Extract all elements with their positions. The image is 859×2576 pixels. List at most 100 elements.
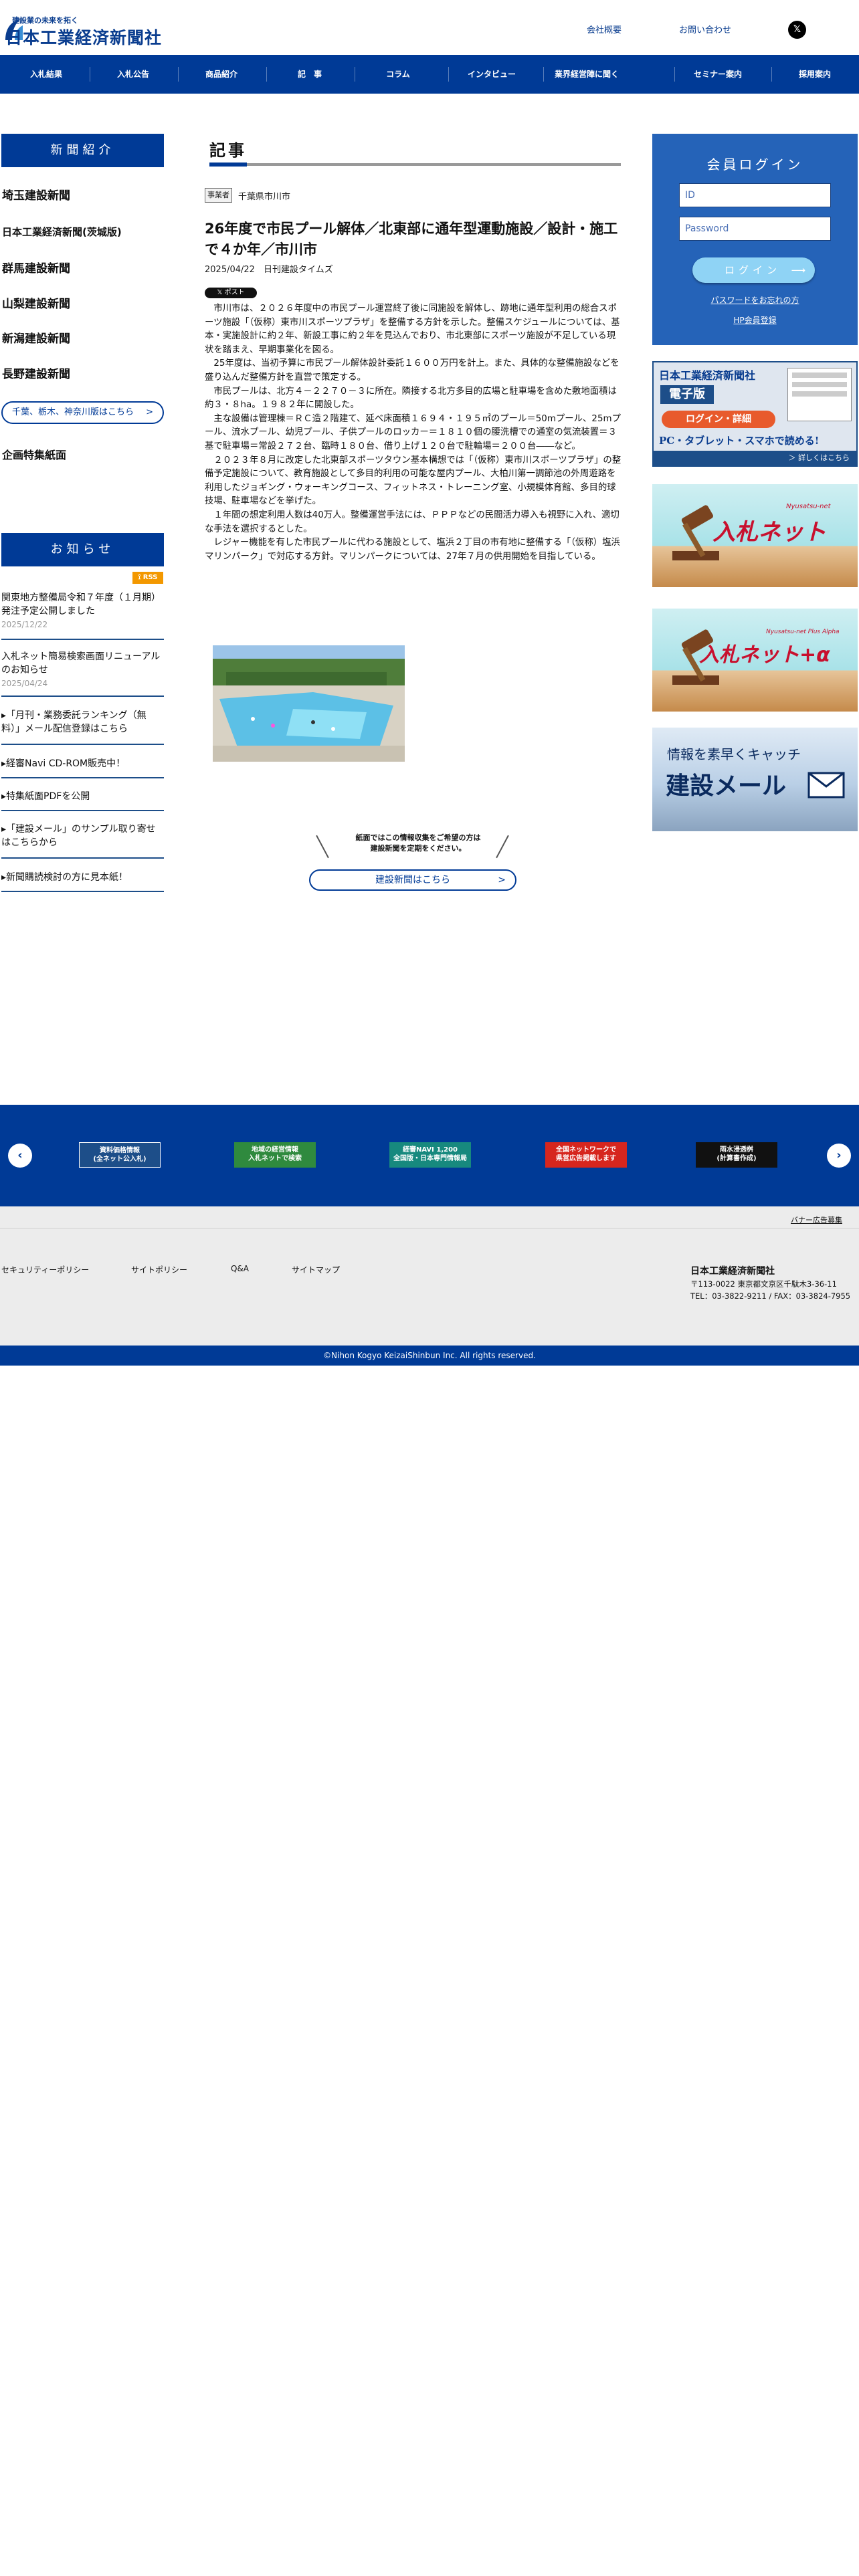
- banner-ad-recruit-link[interactable]: バナー広告募集: [791, 1214, 842, 1225]
- nav-articles[interactable]: 記 事: [266, 55, 353, 94]
- rss-badge[interactable]: ⟟ RSS: [132, 572, 163, 584]
- divider: [1, 695, 164, 697]
- divider: [1, 891, 164, 892]
- password-input[interactable]: Password: [679, 217, 831, 241]
- site-logo[interactable]: 建設業の未来を拓く 日本工業経済新聞社: [3, 13, 170, 47]
- newspaper-saitama[interactable]: 埼玉建設新聞: [2, 186, 70, 203]
- notice-item[interactable]: ▸「月刊・業務委託ランキング（無料）」メール配信登録はこちら: [1, 709, 164, 736]
- kensetsu-mail-banner[interactable]: 情報を素早くキャッチ 建設メール: [652, 728, 858, 831]
- newspaper-nagano[interactable]: 長野建設新聞: [2, 364, 70, 381]
- arrow-right-icon: >: [146, 407, 153, 417]
- newspaper-niigata[interactable]: 新潟建設新聞: [2, 329, 70, 346]
- section-heading: 記事: [209, 141, 247, 160]
- notice-text: 特集紙面PDFを公開: [6, 791, 90, 802]
- notice-text: 関東地方整備局令和７年度（１月期）発注予定公開しました: [1, 593, 161, 617]
- member-login-box: 会員ログイン ID Password ログイン ⟶ パスワードをお忘れの方 HP…: [652, 134, 858, 345]
- login-button-label: ログイン: [725, 264, 781, 276]
- nav-seminars[interactable]: セミナー案内: [674, 55, 761, 94]
- chevron-left-icon[interactable]: ‹: [8, 1144, 32, 1168]
- notice-date: 2025/04/24: [1, 679, 48, 688]
- strip-banner-line: 雨水浸透桝: [720, 1146, 753, 1154]
- notice-item[interactable]: 関東地方整備局令和７年度（１月期）発注予定公開しました 2025/12/22: [1, 591, 164, 631]
- article-paragraph: １年間の想定利用人数は40万人。整備運営手法には、ＰＰＰなどの民間活力導入も視野…: [205, 510, 619, 534]
- article-source: 日刊建設タイムズ: [263, 265, 333, 275]
- notice-text: 入札ネット簡易検索画面リニューアルのお知らせ: [1, 651, 161, 675]
- arrow-right-icon: >: [498, 875, 506, 885]
- strip-banner-line: 全国版・日本専門情報局: [393, 1155, 467, 1162]
- footer-tel: TEL：03-3822-9211 / FAX：03-3824-7955: [690, 1291, 851, 1301]
- strip-banner[interactable]: 全国ネットワークで 県営広告掲載します: [545, 1142, 627, 1168]
- nyusatsu-plus-title: 入札ネット+α: [699, 643, 830, 667]
- strip-banner-line: (全ネット公入札): [93, 1156, 147, 1163]
- nav-columns[interactable]: コラム: [355, 55, 442, 94]
- footer-link-site-policy[interactable]: サイトポリシー: [131, 1264, 187, 1275]
- login-button[interactable]: ログイン ⟶: [692, 257, 815, 283]
- logo-name: 日本工業経済新聞社: [5, 28, 163, 47]
- logo-tagline: 建設業の未来を拓く: [12, 16, 78, 25]
- strip-banner-line: 県営広告掲載します: [556, 1155, 616, 1162]
- x-logo-icon[interactable]: 𝕏: [788, 21, 806, 39]
- rss-label: RSS: [142, 574, 158, 581]
- nav-executive-talk[interactable]: 業界経営陣に聞く: [543, 55, 630, 94]
- article-meta: 2025/04/22 日刊建設タイムズ: [205, 262, 333, 275]
- more-regions-button[interactable]: 千葉、栃木、神奈川版はこちら >: [1, 401, 164, 424]
- register-link[interactable]: HP会員登録: [652, 314, 858, 326]
- x-post-label: ポスト: [224, 289, 245, 296]
- e-edition-banner[interactable]: 日本工業経済新聞社 電子版 ログイン・詳細 PC・タブレット・スマホで読める! …: [652, 361, 858, 467]
- newspaper-gunma[interactable]: 群馬建設新聞: [2, 259, 70, 276]
- strip-banner-line: 経審NAVI 1,200: [402, 1146, 458, 1154]
- footer-link-qa[interactable]: Q&A: [231, 1264, 249, 1273]
- article-date: 2025/04/22: [205, 265, 255, 275]
- copyright: ©Nihon Kogyo KeizaiShinbun Inc. All righ…: [0, 1346, 859, 1366]
- special-pages-link[interactable]: 企画特集紙面: [2, 446, 66, 462]
- kensetsu-newspaper-button[interactable]: 建設新聞はこちら >: [309, 869, 516, 891]
- article-photo[interactable]: [213, 645, 405, 762]
- article-body: 市川市は、２０２６年度中の市民プール運営終了後に同施設を解体し、跡地に通年型利用…: [205, 302, 622, 564]
- forgot-password-link[interactable]: パスワードをお忘れの方: [652, 294, 858, 306]
- nav-bid-results[interactable]: 入札結果: [3, 55, 90, 94]
- notice-text: 「建設メール」のサンプル取り寄せはこちらから: [1, 824, 156, 848]
- notice-date: 2025/12/22: [1, 620, 48, 629]
- nav-recruitment[interactable]: 採用案内: [771, 55, 858, 94]
- login-title: 会員ログイン: [706, 156, 803, 173]
- nyusatsu-net-plus-banner[interactable]: Nyusatsu-net Plus Alpha 入札ネット+α: [652, 609, 858, 712]
- contact-link[interactable]: お問い合わせ: [679, 23, 731, 35]
- notice-item[interactable]: 入札ネット簡易検索画面リニューアルのお知らせ 2025/04/24: [1, 650, 164, 690]
- nav-bid-notices[interactable]: 入札公告: [90, 55, 177, 94]
- nyusatsu-kana: Nyusatsu-net: [786, 503, 831, 510]
- subscription-note: 紙面ではこの情報収集をご希望の方は 建設新聞を定期をください。: [355, 833, 481, 853]
- article-paragraph: 主な設備は管理棟＝ＲＣ造２階建て、延べ床面積１６９４・１９５㎡のプール＝50mプ…: [205, 413, 621, 451]
- company-profile-link[interactable]: 会社概要: [587, 23, 622, 35]
- notice-text: 「月刊・業務委託ランキング（無料）」メール配信登録はこちら: [1, 710, 147, 734]
- newspaper-yamanashi[interactable]: 山梨建設新聞: [2, 294, 70, 311]
- strip-banner-line: 地域の経営情報: [252, 1146, 298, 1154]
- rss-icon: ⟟: [138, 574, 141, 581]
- chevron-right-icon[interactable]: ›: [827, 1144, 851, 1168]
- kensetsu-mail-tagline: 情報を素早くキャッチ: [667, 746, 801, 762]
- article-location: 千葉県市川市: [238, 192, 291, 202]
- footer-link-sitemap[interactable]: サイトマップ: [292, 1264, 340, 1275]
- strip-banner-line: 資料価格情報: [100, 1147, 140, 1154]
- strip-banner[interactable]: 雨水浸透桝 (計算書作成): [696, 1142, 777, 1168]
- divider: [1, 810, 164, 811]
- newspaper-ibaraki[interactable]: 日本工業経済新聞(茨城版): [2, 225, 122, 239]
- nav-products[interactable]: 商品紹介: [178, 55, 265, 94]
- id-input[interactable]: ID: [679, 183, 831, 207]
- strip-banner[interactable]: 経審NAVI 1,200 全国版・日本専門情報局: [389, 1142, 471, 1168]
- notice-item[interactable]: ▸経審Navi CD-ROM販売中！: [1, 757, 164, 770]
- article-paragraph: ２０２３年８月に改定した北東部スポーツタウン基本構想では「（仮称）東市川スポーツ…: [205, 455, 622, 507]
- notice-item[interactable]: ▸新聞購読検討の方に見本紙！: [1, 871, 164, 884]
- partner-banner-strip: ‹ 資料価格情報 (全ネット公入札) 地域の経営情報 入札ネットで検索 経審NAVI…: [0, 1105, 859, 1206]
- x-post-button[interactable]: 𝕏 ポスト: [205, 288, 257, 298]
- more-regions-label: 千葉、栃木、神奈川版はこちら: [12, 407, 134, 417]
- strip-banner[interactable]: 資料価格情報 (全ネット公入札): [79, 1142, 161, 1168]
- arrow-right-icon: ⟶: [791, 264, 805, 276]
- envelope-icon: [807, 772, 845, 798]
- footer-link-security[interactable]: セキュリティーポリシー: [1, 1264, 89, 1275]
- nyusatsu-net-banner[interactable]: Nyusatsu-net 入札ネット: [652, 484, 858, 587]
- e-edition-more: ＞ 詳しくはこちら: [654, 451, 856, 465]
- strip-banner[interactable]: 地域の経営情報 入札ネットで検索: [234, 1142, 316, 1168]
- notice-item[interactable]: ▸「建設メール」のサンプル取り寄せはこちらから: [1, 823, 164, 849]
- nav-interviews[interactable]: インタビュー: [448, 55, 535, 94]
- notice-item[interactable]: ▸特集紙面PDFを公開: [1, 790, 164, 803]
